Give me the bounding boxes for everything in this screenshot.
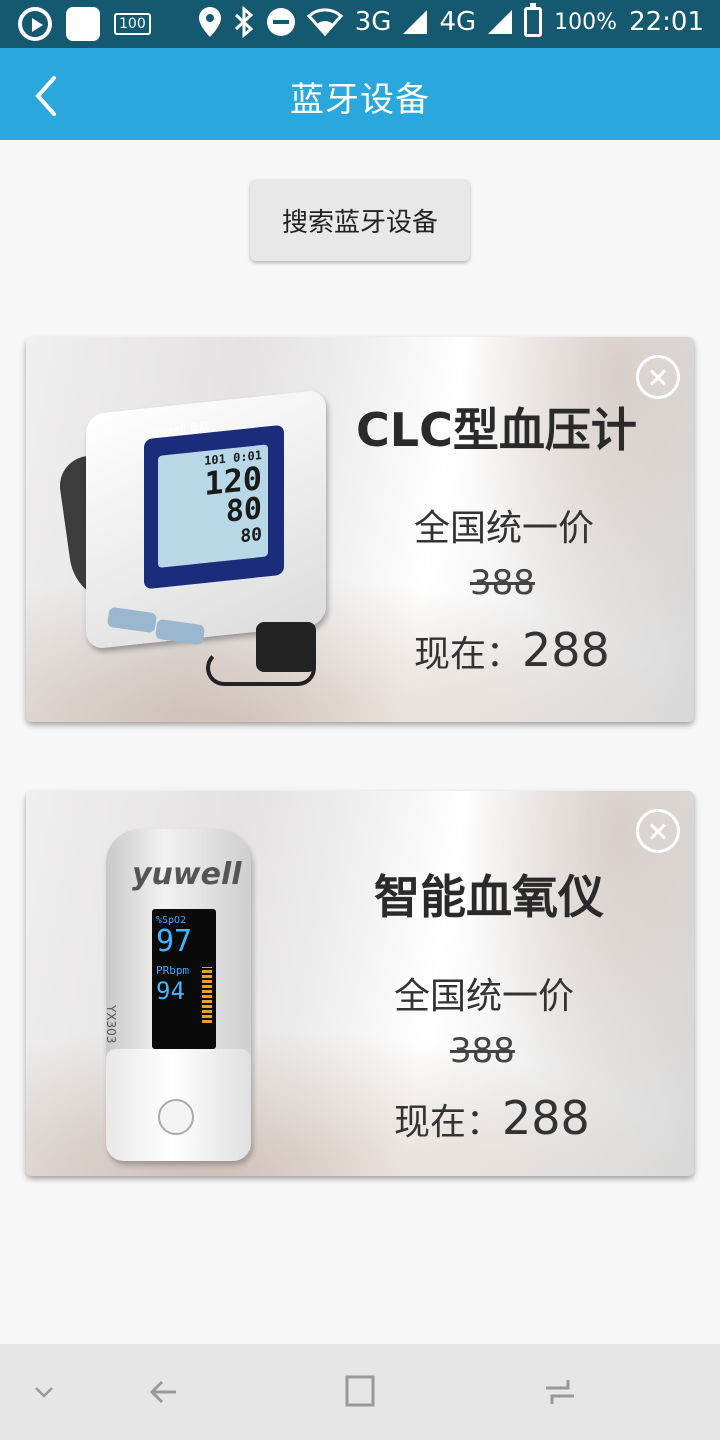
battery-percent: 100% [554,9,618,35]
pulse-bar-icon [202,967,212,1023]
battery-icon [524,3,543,37]
bluetooth-icon [234,6,253,38]
close-icon[interactable] [636,809,680,853]
power-adapter [256,622,316,672]
product-name: CLC型血压计 [356,403,637,457]
do-not-disturb-icon [266,8,295,36]
now-price-value: 288 [502,1091,590,1145]
product-name: 智能血氧仪 [374,870,604,924]
product-card-oximeter[interactable]: yuwell %SpO2 97 PRbpm 94 YX303 智能血氧仪 全国统… [26,791,694,1176]
home-square-icon [345,1375,375,1407]
product-now-price: 现在：288 [394,1091,590,1145]
device-brand: yuwell [132,857,242,892]
system-nav-bar [0,1344,720,1440]
chevron-down-icon [35,1387,53,1398]
nav-home-button[interactable] [336,1370,384,1414]
signal-4g-icon [488,10,513,34]
oximeter-image: yuwell %SpO2 97 PRbpm 94 YX303 [104,829,251,1161]
play-circle-icon [18,7,52,41]
meter-screen: 101 0:01 120 80 80 [144,424,284,590]
sim-badge: 100 [114,13,151,35]
blood-pressure-meter-image: yuwell 鱼跃 101 0:01 120 80 80 [56,389,356,692]
nav-back-button[interactable] [140,1370,188,1414]
now-label: 现在： [414,634,523,675]
app-header: 蓝牙设备 [0,48,720,140]
meter-lcd: 101 0:01 120 80 80 [158,444,268,568]
network-4g-label: 4G [439,7,477,37]
product-old-price: 388 [470,563,535,603]
status-bar: 100 3G 4G 100% 22:01 [0,0,720,48]
app-square-icon [66,7,100,41]
now-label: 现在： [394,1102,503,1143]
location-icon [198,7,221,37]
power-button-icon [158,1099,194,1135]
product-subtitle: 全国统一价 [414,508,595,549]
product-old-price: 388 [450,1031,515,1071]
product-card-blood-pressure[interactable]: yuwell 鱼跃 101 0:01 120 80 80 CLC型血压计 全国统… [26,337,694,722]
device-model: YX303 [104,1005,118,1044]
oximeter-screen: %SpO2 97 PRbpm 94 [152,909,216,1049]
product-now-price: 现在：288 [414,623,610,677]
product-subtitle: 全国统一价 [394,976,575,1017]
spo2-value: 97 [156,924,193,959]
back-arrow-icon [149,1380,176,1404]
close-icon[interactable] [636,355,680,399]
now-price-value: 288 [522,623,610,677]
nav-collapse-button[interactable] [20,1370,68,1414]
wifi-icon [306,8,343,36]
page-title: 蓝牙设备 [290,80,430,120]
nav-recents-button[interactable] [536,1370,584,1414]
clock-time: 22:01 [629,7,704,37]
signal-3g-icon [403,10,428,34]
recents-icon [546,1380,574,1404]
network-3g-label: 3G [354,7,392,37]
search-bluetooth-button[interactable]: 搜索蓝牙设备 [250,179,470,261]
